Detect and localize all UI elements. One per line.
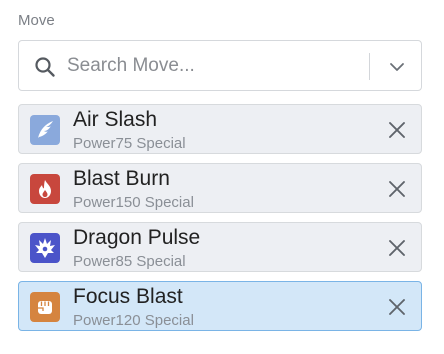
dragon-icon (30, 233, 60, 263)
remove-move-button[interactable] (387, 238, 407, 258)
move-category: Special (144, 194, 194, 211)
selected-move-chip: Blast Burn Power150 Special (18, 163, 422, 213)
move-power-label: Power (73, 194, 116, 211)
search-divider (369, 53, 370, 80)
move-name: Air Slash (73, 108, 158, 131)
move-name: Blast Burn (73, 167, 170, 190)
move-meta: Power85 Special (73, 253, 186, 270)
fist-icon (30, 292, 60, 322)
remove-move-button[interactable] (387, 297, 407, 317)
move-meta: Power75 Special (73, 135, 186, 152)
move-category: Special (144, 312, 194, 329)
move-name: Dragon Pulse (73, 226, 201, 249)
move-category: Special (136, 135, 186, 152)
move-name: Focus Blast (73, 285, 183, 308)
search-icon (35, 57, 55, 77)
move-meta: Power150 Special (73, 194, 194, 211)
wing-icon (30, 115, 60, 145)
move-power-value: 75 (115, 135, 133, 152)
move-field-label: Move (18, 12, 55, 29)
move-power-value: 120 (115, 312, 141, 329)
move-category: Special (136, 253, 186, 270)
selected-move-chip: Dragon Pulse Power85 Special (18, 222, 422, 272)
selected-move-chip: Air Slash Power75 Special (18, 104, 422, 154)
move-meta: Power120 Special (73, 312, 194, 329)
move-search-input[interactable] (67, 51, 357, 81)
selected-move-chip: Focus Blast Power120 Special (18, 281, 422, 331)
chevron-down-icon[interactable] (387, 57, 407, 77)
move-power-value: 150 (115, 194, 141, 211)
move-power-label: Power (73, 135, 116, 152)
move-power-label: Power (73, 312, 116, 329)
move-power-label: Power (73, 253, 116, 270)
remove-move-button[interactable] (387, 120, 407, 140)
move-power-value: 85 (115, 253, 133, 270)
flame-icon (30, 174, 60, 204)
remove-move-button[interactable] (387, 179, 407, 199)
move-search-box[interactable] (18, 40, 422, 91)
